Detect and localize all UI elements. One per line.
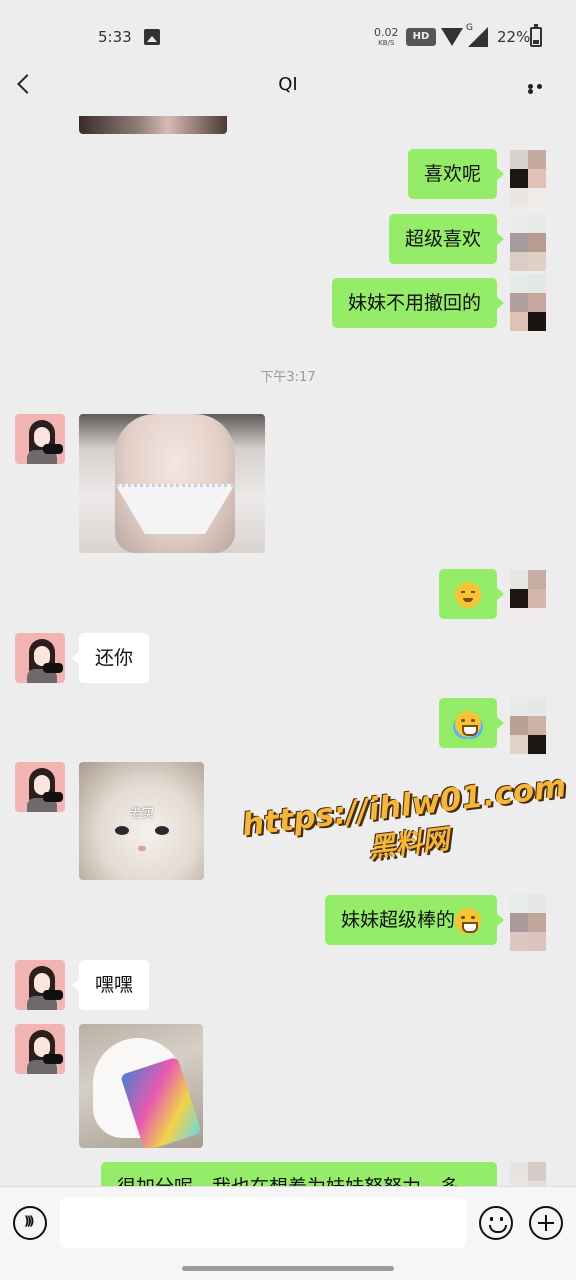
hd-badge: HD (406, 28, 436, 46)
my-avatar[interactable] (510, 150, 558, 208)
contact-avatar[interactable] (15, 414, 65, 464)
image-notification-icon (144, 29, 160, 45)
message-bubble-sent[interactable]: 妹妹超级棒的 (324, 895, 505, 945)
message-text: 妹妹超级棒的 (340, 909, 455, 931)
grinning-face-emoji-icon (455, 907, 481, 934)
network-speed-unit: KB/S (378, 39, 395, 47)
image-message-cat[interactable] (79, 1024, 203, 1148)
message-bubble-sent[interactable]: 很加分呢，我也在想着为妹妹努努力，多 (101, 1162, 497, 1186)
image-message[interactable] (79, 414, 265, 553)
message-bubble-sent[interactable] (439, 569, 504, 619)
cell-signal-icon (468, 27, 488, 47)
battery-icon (530, 24, 542, 47)
contact-avatar[interactable] (15, 633, 65, 683)
message-bubble-sent[interactable]: 喜欢呢 (407, 149, 505, 199)
time-divider: 下午3:17 (260, 370, 316, 385)
network-speed: 0.02 KB/S (374, 27, 399, 49)
message-list[interactable]: 喜欢呢 超级喜欢 妹妹不用撤回的 下午3:17 还你 老实 妹妹超级棒的 嘿嘿 (0, 116, 576, 1186)
message-input[interactable] (60, 1198, 466, 1248)
my-avatar[interactable] (510, 274, 558, 332)
image-caption: 老实 (129, 806, 154, 820)
message-bubble-sent[interactable] (439, 698, 504, 748)
chat-header: QI (0, 60, 576, 116)
status-time: 5:33 (98, 28, 132, 46)
contact-avatar[interactable] (15, 1024, 65, 1074)
image-message-partial[interactable] (79, 116, 227, 134)
contact-avatar[interactable] (15, 960, 65, 1010)
contact-avatar[interactable] (15, 762, 65, 812)
message-bubble-sent[interactable]: 妹妹不用撤回的 (331, 278, 505, 328)
my-avatar[interactable] (510, 1162, 558, 1186)
more-options-icon[interactable] (528, 84, 554, 94)
voice-input-icon[interactable] (13, 1206, 47, 1240)
smiling-face-emoji-icon (455, 581, 481, 608)
more-actions-plus-icon[interactable] (529, 1206, 563, 1240)
wifi-icon (441, 28, 463, 46)
my-avatar[interactable] (510, 214, 558, 272)
chat-title: QI (278, 74, 298, 95)
home-indicator[interactable] (182, 1266, 394, 1271)
my-avatar[interactable] (510, 894, 558, 952)
message-bubble-sent[interactable]: 超级喜欢 (388, 214, 505, 264)
my-avatar[interactable] (510, 570, 558, 628)
image-message-cat[interactable]: 老实 (79, 762, 204, 880)
my-avatar[interactable] (510, 697, 558, 755)
tears-of-joy-emoji-icon (455, 710, 481, 737)
message-bubble-received[interactable]: 还你 (71, 633, 150, 683)
emoji-picker-icon[interactable] (479, 1206, 513, 1240)
battery-percentage: 22% (497, 28, 531, 46)
message-bubble-received[interactable]: 嘿嘿 (71, 960, 150, 1010)
